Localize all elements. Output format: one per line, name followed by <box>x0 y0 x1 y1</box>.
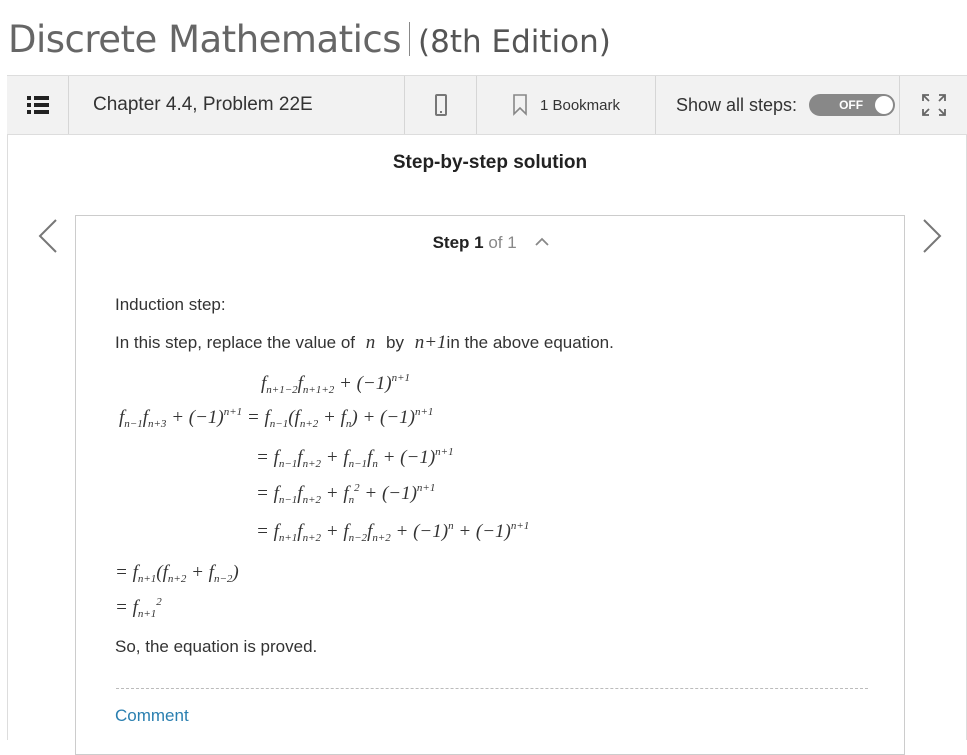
chevron-up-icon[interactable] <box>535 237 550 246</box>
book-title: Discrete Mathematics (8th Edition) <box>8 18 611 68</box>
next-step-button[interactable] <box>920 218 944 254</box>
equation-line-6: = fn+1(fn+2 + fn−2) <box>115 562 239 585</box>
show-steps-label: Show all steps: <box>676 94 798 115</box>
comment-divider <box>116 688 868 689</box>
equation-line-2: fn−1fn+3 + (−1)n+1 = fn−1(fn+2 + fn) + (… <box>119 406 434 430</box>
bookmark-button[interactable]: 1 Bookmark <box>477 76 656 134</box>
show-all-steps: Show all steps: OFF <box>656 76 900 134</box>
equation-line-1: fn+1−2fn+1+2 + (−1)n+1 <box>261 372 411 396</box>
equation-line-7: = fn+12 <box>115 596 162 620</box>
intro-var: n <box>365 332 376 353</box>
title-divider <box>409 22 411 56</box>
comment-link[interactable]: Comment <box>115 706 189 726</box>
step-intro: In this step, replace the value of n by … <box>115 332 614 354</box>
equation-line-4: = fn−1fn+2 + fn2 + (−1)n+1 <box>256 482 436 506</box>
step-card: Step 1 of 1 Induction step: In this step… <box>75 215 905 755</box>
intro-expr: n+1 <box>414 332 447 353</box>
step-number: 1 <box>474 233 484 252</box>
intro-text-pre: In this step, replace the value of <box>115 333 356 352</box>
mobile-view-button[interactable] <box>405 76 477 134</box>
content-border-left <box>7 135 8 740</box>
step-word: Step <box>432 233 470 252</box>
equation-line-5: = fn+1fn+2 + fn−2fn+2 + (−1)n + (−1)n+1 <box>256 520 530 544</box>
show-steps-toggle[interactable]: OFF <box>809 94 896 116</box>
previous-step-button[interactable] <box>36 218 60 254</box>
book-edition: (8th Edition) <box>418 24 611 60</box>
chapter-list-button[interactable] <box>7 76 69 134</box>
expand-icon <box>921 94 946 116</box>
conclusion-text: So, the equation is proved. <box>115 637 318 656</box>
fullscreen-button[interactable] <box>900 76 967 134</box>
chapter-problem-label: Chapter 4.4, Problem 22E <box>69 76 405 134</box>
book-title-text: Discrete Mathematics <box>8 18 402 61</box>
list-icon <box>26 96 49 114</box>
equation-line-3: = fn−1fn+2 + fn−1fn + (−1)n+1 <box>256 446 454 470</box>
toolbar: Chapter 4.4, Problem 22E 1 Bookmark Show… <box>7 75 967 135</box>
phone-icon <box>434 94 447 116</box>
toggle-label: OFF <box>839 98 864 112</box>
bookmark-icon <box>513 94 527 116</box>
bookmark-label: 1 Bookmark <box>539 96 621 114</box>
intro-text-mid: by <box>386 333 404 352</box>
step-heading: Induction step: <box>115 295 226 314</box>
solution-title: Step-by-step solution <box>392 152 588 173</box>
intro-text-post: in the above equation. <box>446 333 614 352</box>
step-header[interactable]: Step 1 of 1 <box>76 233 906 253</box>
step-of: of 1 <box>488 233 517 252</box>
toggle-knob <box>875 96 894 114</box>
